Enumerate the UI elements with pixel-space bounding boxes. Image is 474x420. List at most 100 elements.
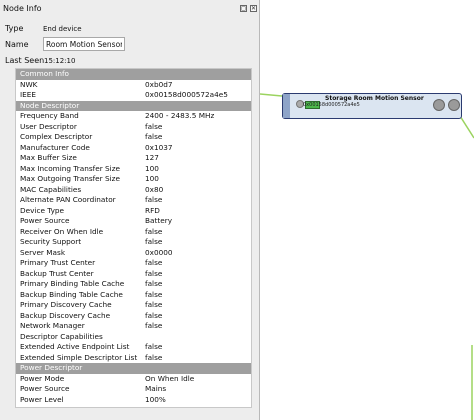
property-row: Descriptor Capabilities	[16, 332, 251, 343]
section-header-power-descriptor: Power Descriptor	[16, 363, 251, 374]
property-value: Battery	[145, 216, 173, 225]
power-descriptor-rows: Power Mode On When Idle Power Source Mains P…	[16, 374, 251, 406]
property-row: Security Support false	[16, 237, 251, 248]
node-ieee: 0x00158d000572a4e5	[303, 102, 360, 108]
property-value: 100%	[145, 394, 166, 404]
section-header-common-info: Common Info	[16, 69, 251, 80]
property-row: MAC Capabilities 0x80	[16, 185, 251, 196]
property-key: Power Source	[20, 384, 70, 393]
property-row: Alternate PAN Coordinator false	[16, 195, 251, 206]
node-storage-room-motion-sensor[interactable]: Storage Room Motion Sensor 0x00158d00057…	[282, 93, 462, 119]
property-value: false	[145, 226, 163, 236]
property-key: Manufacturer Code	[20, 142, 90, 152]
property-row: Power Mode On When Idle	[16, 374, 251, 385]
network-canvas[interactable]	[260, 0, 474, 420]
property-key: Max Buffer Size	[20, 153, 77, 162]
property-value: 100	[145, 163, 159, 173]
property-row: Power Source Mains	[16, 384, 251, 395]
property-row: Primary Binding Table Cache false	[16, 279, 251, 290]
property-value: false	[145, 300, 163, 309]
node-descriptor-rows: Frequency Band 2400 - 2483.5 MHz User Desc…	[16, 111, 251, 363]
property-key: Descriptor Capabilities	[20, 331, 103, 341]
property-row: Network Manager false	[16, 321, 251, 332]
property-row: NWK 0xb0d7	[16, 80, 251, 91]
property-key: Backup Binding Table Cache	[20, 289, 123, 299]
property-key: Max Incoming Transfer Size	[20, 163, 121, 173]
property-row: Extended Active Endpoint List false	[16, 342, 251, 353]
property-row: Primary Discovery Cache false	[16, 300, 251, 311]
panel-titlebar: Node Info ◻ ✕	[0, 0, 259, 18]
property-value: false	[145, 342, 163, 351]
property-value: false	[145, 321, 163, 330]
property-key: IEEE	[20, 90, 36, 99]
property-value: false	[145, 279, 163, 288]
property-value: 0x80	[145, 184, 164, 194]
property-key: Frequency Band	[20, 111, 79, 120]
property-key: Primary Discovery Cache	[20, 300, 112, 309]
property-value: RFD	[145, 205, 160, 215]
property-key: Device Type	[20, 205, 65, 215]
property-value: false	[145, 310, 163, 320]
property-value: false	[145, 132, 163, 141]
property-value: false	[145, 195, 163, 204]
property-key: NWK	[20, 79, 38, 89]
property-row: Power Level 100%	[16, 395, 251, 406]
property-key: Receiver On When Idle	[20, 226, 104, 236]
property-row: Manufacturer Code 0x1037	[16, 143, 251, 154]
property-key: Power Source	[20, 216, 70, 225]
property-row: Backup Discovery Cache false	[16, 311, 251, 322]
property-row: Device Type RFD	[16, 206, 251, 217]
property-row: Max Outgoing Transfer Size 100	[16, 174, 251, 185]
property-row: Max Buffer Size 127	[16, 153, 251, 164]
common-info-rows: NWK 0xb0d7 IEEE 0x00158d000572a4e5	[16, 80, 251, 101]
property-value: false	[145, 352, 163, 362]
property-key: Extended Active Endpoint List	[20, 342, 130, 351]
property-value: Mains	[145, 384, 167, 393]
property-value: 0x1037	[145, 142, 173, 152]
property-row: User Descriptor false	[16, 122, 251, 133]
property-value: false	[145, 268, 163, 278]
property-key: Backup Trust Center	[20, 268, 94, 278]
float-panel-button[interactable]: ◻	[240, 5, 247, 12]
close-panel-button[interactable]: ✕	[250, 5, 257, 12]
property-key: Primary Binding Table Cache	[20, 279, 125, 288]
property-value: 0xb0d7	[145, 79, 173, 89]
property-key: Extended Simple Descriptor List	[20, 352, 138, 362]
links-layer	[260, 93, 474, 420]
property-key: Power Mode	[20, 373, 65, 383]
property-key: Security Support	[20, 237, 82, 246]
name-input[interactable]	[43, 37, 125, 51]
property-key: Server Mask	[20, 247, 66, 257]
property-row: Frequency Band 2400 - 2483.5 MHz	[16, 111, 251, 122]
property-key: Power Level	[20, 394, 64, 404]
property-value: On When Idle	[145, 373, 195, 383]
property-value: false	[145, 289, 163, 299]
properties-table: Common Info NWK 0xb0d7 IEEE 0x00158d000572a…	[15, 68, 252, 408]
property-row: Receiver On When Idle false	[16, 227, 251, 238]
type-value: End device	[43, 25, 82, 33]
property-row: Primary Trust Center false	[16, 258, 251, 269]
property-row: Max Incoming Transfer Size 100	[16, 164, 251, 175]
property-row: Backup Trust Center false	[16, 269, 251, 280]
property-row: Power Source Battery	[16, 216, 251, 227]
property-key: User Descriptor	[20, 121, 77, 131]
node-info-panel: Node Info ◻ ✕ Type End device Name Last …	[0, 0, 260, 420]
property-value: 127	[145, 153, 159, 162]
link-line-right	[459, 115, 474, 139]
last-seen-label: Last Seen	[5, 56, 45, 65]
property-row: Extended Simple Descriptor List false	[16, 353, 251, 364]
node-port-2[interactable]	[448, 99, 460, 111]
property-key: Backup Discovery Cache	[20, 310, 111, 320]
property-value: false	[145, 121, 163, 131]
property-key: Alternate PAN Coordinator	[20, 195, 116, 204]
property-row: Complex Descriptor false	[16, 132, 251, 143]
property-value: 2400 - 2483.5 MHz	[145, 111, 215, 120]
type-label: Type	[5, 24, 24, 33]
property-value: 100	[145, 174, 159, 183]
property-value: 0x00158d000572a4e5	[145, 90, 228, 99]
name-label: Name	[5, 40, 29, 49]
property-key: Max Outgoing Transfer Size	[20, 174, 120, 183]
section-header-node-descriptor: Node Descriptor	[16, 100, 251, 111]
property-row: Backup Binding Table Cache false	[16, 290, 251, 301]
node-port-1[interactable]	[433, 99, 445, 111]
